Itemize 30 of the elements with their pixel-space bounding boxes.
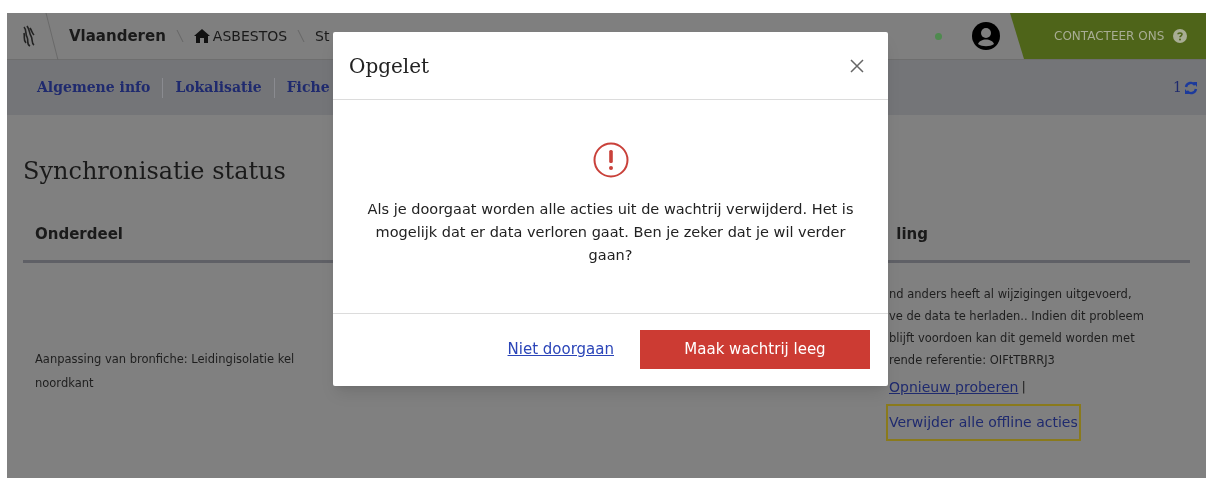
contact-panel[interactable]: CONTACTEER ONS — [1010, 13, 1206, 59]
user-avatar-icon[interactable] — [972, 22, 1000, 50]
brand-name[interactable]: Vlaanderen — [69, 24, 166, 48]
breadcrumb-link[interactable]: ASBESTOS — [212, 25, 288, 47]
nav-tab[interactable]: Lokalisatie — [175, 77, 262, 98]
link-separator: | — [1021, 378, 1026, 397]
pending-count: 1 — [1173, 78, 1182, 97]
table-cell-text: noordkant — [35, 374, 95, 392]
help-icon[interactable] — [1173, 29, 1188, 43]
cancel-link[interactable]: Niet doorgaan — [507, 338, 614, 361]
lion-logo-icon — [21, 24, 37, 48]
column-header: Onderdeel — [35, 224, 123, 245]
nav-tab[interactable]: Algemene info — [37, 77, 151, 98]
action-link[interactable]: Opnieuw proberen — [889, 376, 1019, 398]
warning-icon — [592, 142, 629, 178]
table-cell-text: blijft voordoen kan dit gemeld worden met — [889, 329, 1136, 347]
column-header: ling — [896, 224, 928, 245]
dialog-title: Opgelet — [349, 52, 430, 80]
table-cell-text: rende referentie: OIFtTBRRJ3 — [889, 351, 1056, 369]
table-cell-text: ve de data te herladen.. Indien dit probleem — [889, 307, 1144, 325]
breadcrumb-link[interactable]: St — [315, 25, 330, 47]
nav-tab[interactable]: Fiche — [286, 77, 330, 98]
table-cell-text: Aanpassing van bronfiche: Leidingisolatie kel — [35, 350, 296, 368]
action-link[interactable]: Verwijder alle offline acties — [886, 403, 1081, 441]
page-title: Synchronisatie status — [23, 156, 286, 187]
dialog-message: Als je doorgaat worden alle acties uit de wachtrij verwijderd. Het is mogelijk dat er data verloren gaat. Ben je zeker dat je wil verder gaan? — [366, 200, 855, 265]
confirm-button[interactable]: Maak wachtrij leeg — [640, 330, 870, 369]
table-cell-text: nd anders heeft al wijzigingen uitgevoerd, — [889, 285, 1133, 303]
close-icon[interactable] — [850, 58, 864, 73]
home-icon — [193, 29, 210, 43]
